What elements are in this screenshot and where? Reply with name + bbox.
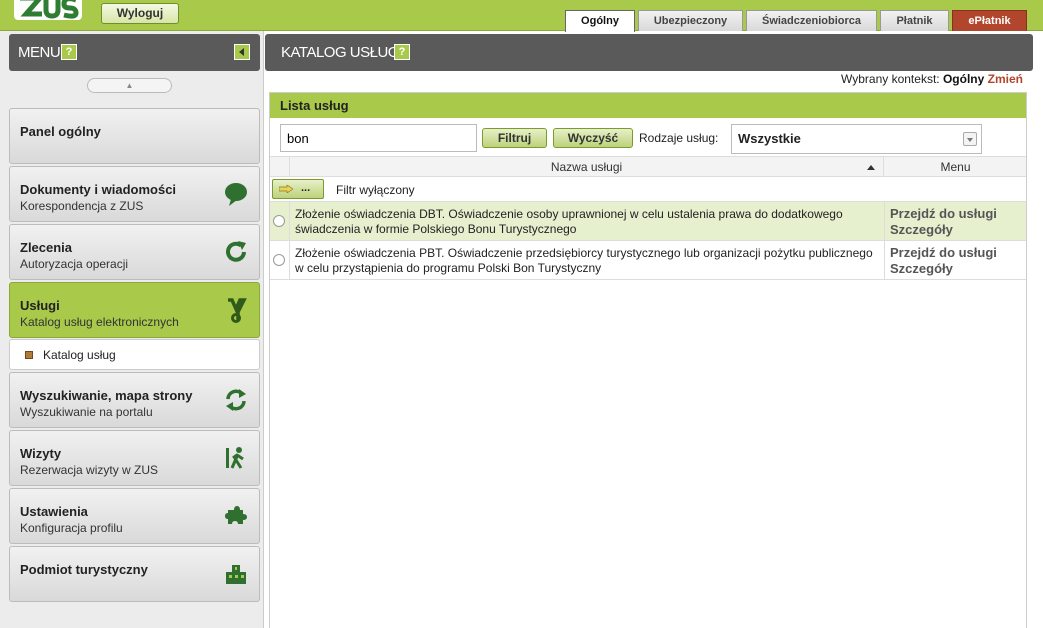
clear-button[interactable]: Wyczyść — [553, 128, 633, 148]
main-header: KATALOG USŁUG ? — [265, 34, 1033, 71]
panel-title: Lista usług — [270, 93, 1026, 118]
sidebar-item-wizyty[interactable]: Wizyty Rezerwacja wizyty w ZUS — [9, 430, 260, 486]
sidebar-item-wyszukiwanie[interactable]: Wyszukiwanie, mapa strony Wyszukiwanie n… — [9, 372, 260, 428]
sidebar-item-podmiot-turystyczny[interactable]: Podmiot turystyczny — [9, 546, 260, 602]
sidebar-item-subtitle: Korespondencja z ZUS — [20, 199, 144, 213]
service-types-label: Rodzaje usług: — [639, 131, 719, 145]
go-to-service-link[interactable]: Przejdź do usługi — [890, 206, 997, 221]
refresh-icon — [226, 241, 246, 262]
sidebar-item-title: Wizyty — [20, 446, 62, 461]
filter-arrow-icon — [279, 185, 293, 193]
tab-eplatnik[interactable]: ePłatnik — [952, 10, 1027, 31]
go-to-service-link[interactable]: Przejdź do usługi — [890, 245, 997, 260]
context-prefix: Wybrany kontekst: — [841, 72, 940, 86]
tab-platnik[interactable]: Płatnik — [880, 10, 949, 31]
sidebar-item-dokumenty[interactable]: Dokumenty i wiadomości Korespondencja z … — [9, 166, 260, 222]
row-radio[interactable] — [273, 215, 285, 227]
sidebar-item-subtitle: Konfiguracja profilu — [20, 521, 123, 535]
sidebar-item-title: Dokumenty i wiadomości — [20, 182, 177, 197]
filter-status: Filtr wyłączony — [336, 183, 415, 197]
sidebar-item-uslugi[interactable]: Usługi Katalog usług elektronicznych — [9, 282, 260, 338]
tab-ogolny[interactable]: Ogólny — [565, 10, 635, 32]
menu-header: MENU ? — [9, 34, 260, 71]
sidebar-item-subtitle: Rezerwacja wizyty w ZUS — [20, 463, 159, 477]
speech-bubble-icon — [225, 183, 247, 206]
sidebar-item-subtitle: Autoryzacja operacji — [20, 257, 129, 271]
tab-swiadczeniobiorca[interactable]: Świadczeniobiorca — [746, 10, 877, 31]
service-name: Złożenie oświadczenia PBT. Oświadczenie … — [295, 246, 873, 275]
service-name: Złożenie oświadczenia DBT. Oświadczenie … — [295, 207, 843, 236]
services-panel: Lista usług Filtruj Wyczyść Rodzaje usłu… — [269, 92, 1027, 628]
service-types-value: Wszystkie — [738, 131, 801, 146]
sort-ascending-icon[interactable] — [867, 165, 875, 170]
menu-help-icon[interactable]: ? — [61, 44, 77, 60]
details-link[interactable]: Szczegóły — [890, 222, 953, 237]
sidebar-item-title: Ustawienia — [20, 504, 88, 519]
table-row[interactable]: Złożenie oświadczenia PBT. Oświadczenie … — [270, 241, 1026, 280]
sidebar-item-panel-ogolny[interactable]: Panel ogólny — [9, 108, 260, 164]
sync-icon — [226, 389, 246, 411]
sidebar-item-subtitle: Wyszukiwanie na portalu — [20, 405, 153, 419]
top-bar: Wyloguj Ogólny Ubezpieczony Świadczeniob… — [0, 0, 1043, 32]
logout-button[interactable]: Wyloguj — [101, 3, 179, 24]
submenu-label: Katalog usług — [43, 348, 116, 362]
sidebar-item-ustawienia[interactable]: Ustawienia Konfiguracja profilu — [9, 488, 260, 544]
change-context-link[interactable]: Zmień — [988, 72, 1023, 86]
sidebar: MENU ? ▲ Panel ogólny Dokumenty i wiadom… — [0, 31, 264, 628]
column-header-name-label: Nazwa usługi — [550, 160, 623, 174]
context-tabs: Ogólny Ubezpieczony Świadczeniobiorca Pł… — [565, 10, 1030, 32]
sidebar-item-subtitle: Katalog usług elektronicznych — [20, 315, 179, 329]
filter-button[interactable]: Filtruj — [482, 128, 547, 148]
column-divider — [884, 202, 885, 240]
tab-ubezpieczony[interactable]: Ubezpieczony — [638, 10, 743, 31]
chevron-down-icon[interactable] — [963, 132, 977, 146]
submenu-katalog-uslug[interactable]: Katalog usług — [9, 339, 260, 370]
table-header: Nazwa usługi Menu — [270, 156, 1026, 177]
toggle-filter-button[interactable]: ... — [272, 179, 324, 199]
buildings-icon — [226, 565, 246, 584]
column-divider — [884, 241, 885, 279]
sidebar-item-title: Podmiot turystyczny — [20, 562, 148, 577]
column-header-menu: Menu — [940, 160, 971, 174]
filter-row: ... Filtr wyłączony — [270, 177, 1026, 202]
details-link[interactable]: Szczegóły — [890, 261, 953, 276]
column-header-name[interactable]: Nazwa usługi — [290, 157, 884, 177]
table-row[interactable]: Złożenie oświadczenia DBT. Oświadczenie … — [270, 202, 1026, 241]
sidebar-item-title: Wyszukiwanie, mapa strony — [20, 388, 193, 403]
bullet-icon — [25, 351, 33, 359]
sidebar-item-zlecenia[interactable]: Zlecenia Autoryzacja operacji — [9, 224, 260, 280]
service-types-select[interactable]: Wszystkie — [731, 124, 982, 154]
sidebar-item-title: Zlecenia — [20, 240, 73, 255]
puzzle-icon — [225, 506, 247, 524]
search-input[interactable] — [280, 124, 477, 152]
table-header-select-column — [270, 157, 290, 177]
zus-logo — [14, 0, 82, 20]
menu-title: MENU — [18, 44, 61, 61]
row-radio[interactable] — [273, 254, 285, 266]
search-row: Filtruj Wyczyść Rodzaje usług: Wszystkie — [270, 118, 1026, 156]
menu-scroll-up-button[interactable]: ▲ — [87, 78, 172, 93]
sidebar-item-title: Panel ogólny — [20, 124, 101, 139]
page-title: KATALOG USŁUG — [281, 44, 399, 61]
context-value: Ogólny — [942, 72, 985, 86]
collapse-menu-icon[interactable] — [234, 44, 250, 60]
sidebar-item-title: Usługi — [20, 298, 60, 313]
page-help-icon[interactable]: ? — [394, 44, 410, 60]
services-icon — [228, 298, 247, 323]
context-indicator: Wybrany kontekst: Ogólny Zmień — [841, 72, 1023, 86]
walking-person-icon — [226, 447, 244, 469]
filter-button-label: ... — [301, 182, 311, 194]
